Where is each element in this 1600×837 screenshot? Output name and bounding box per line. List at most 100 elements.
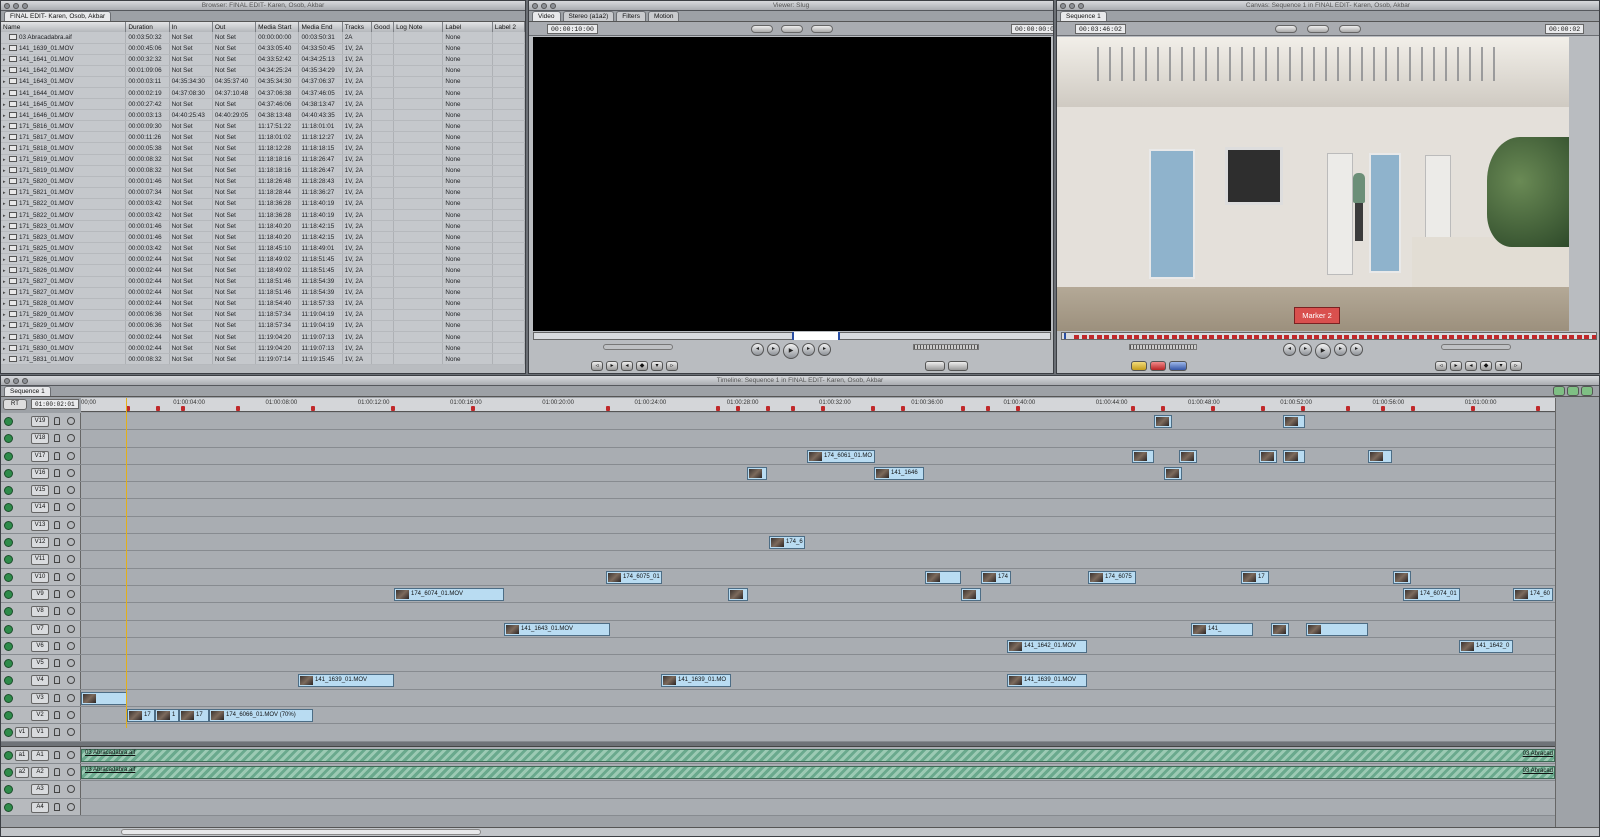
browser-row[interactable]: ▸ 171_5829_01.MOV 00:00:06:36 Not Set Not Se… xyxy=(1,320,525,333)
marker[interactable] xyxy=(1096,335,1102,339)
timeline-horizontal-scrollbar[interactable] xyxy=(1,827,1599,836)
track-visibility-icon[interactable] xyxy=(4,641,13,651)
marker[interactable] xyxy=(1239,335,1244,339)
shuttle-control[interactable] xyxy=(603,344,673,350)
browser-row[interactable]: ▸ 171_5830_01.MOV 00:00:02:44 Not Set Not Se… xyxy=(1,342,525,355)
playhead-sync-button[interactable] xyxy=(1339,25,1361,33)
timeline-marker[interactable] xyxy=(1411,406,1415,411)
marker[interactable] xyxy=(1216,335,1222,339)
track-name[interactable]: A1 xyxy=(31,749,49,761)
track-visibility-icon[interactable] xyxy=(4,486,13,496)
timeline-marker[interactable] xyxy=(1261,406,1265,411)
video-clip[interactable] xyxy=(747,466,767,480)
marker[interactable] xyxy=(1284,335,1289,339)
auto-select-icon[interactable] xyxy=(67,572,75,581)
marker[interactable] xyxy=(1194,335,1199,339)
insert-button[interactable] xyxy=(1131,361,1147,371)
timeline-marker[interactable] xyxy=(471,406,475,411)
marker[interactable] xyxy=(1486,335,1492,339)
auto-select-icon[interactable] xyxy=(67,711,75,720)
next-edit-button[interactable]: ▸ xyxy=(818,343,831,356)
marker[interactable] xyxy=(1246,335,1252,339)
marker[interactable] xyxy=(1411,335,1417,339)
track-visibility-icon[interactable] xyxy=(4,728,13,738)
track-height-button[interactable] xyxy=(1553,386,1565,396)
browser-row[interactable]: ▸ 171_5829_01.MOV 00:00:06:36 Not Set Not Se… xyxy=(1,309,525,321)
auto-select-icon[interactable] xyxy=(67,767,75,776)
auto-select-icon[interactable] xyxy=(67,676,75,685)
browser-row[interactable]: ▸ 141_1646_01.MOV 00:00:03:13 04:40:25:43 04… xyxy=(1,109,525,122)
mark-clip-button[interactable]: ▹ xyxy=(666,361,678,371)
marker[interactable] xyxy=(1516,335,1522,339)
lock-icon[interactable] xyxy=(54,589,60,598)
video-clip[interactable] xyxy=(1179,449,1197,463)
browser-row[interactable]: ▸ 171_5830_01.MOV 00:00:02:44 Not Set Not Se… xyxy=(1,331,525,344)
video-clip[interactable]: 174_6075_01 xyxy=(606,570,662,584)
browser-row[interactable]: ▸ 171_5826_01.MOV 00:00:02:44 Not Set Not Se… xyxy=(1,253,525,266)
lock-icon[interactable] xyxy=(54,520,60,529)
marker[interactable] xyxy=(1201,335,1207,339)
track-name[interactable]: A2 xyxy=(31,766,49,778)
prev-edit-button[interactable]: ◂ xyxy=(1283,343,1296,356)
column-header[interactable]: Label 2 xyxy=(492,22,525,32)
marker[interactable] xyxy=(1359,335,1364,339)
track-visibility-icon[interactable] xyxy=(4,659,13,669)
lock-icon[interactable] xyxy=(54,572,60,581)
marker[interactable] xyxy=(1171,335,1177,339)
source-patch[interactable]: a2 xyxy=(15,766,29,778)
auto-select-icon[interactable] xyxy=(67,728,75,737)
source-patch[interactable]: a1 xyxy=(15,749,29,761)
marker[interactable] xyxy=(1299,335,1304,339)
video-clip[interactable] xyxy=(1393,570,1411,584)
auto-select-icon[interactable] xyxy=(67,589,75,598)
viewer-duration-timecode[interactable]: 00:00:10:00 xyxy=(547,24,598,34)
video-clip[interactable]: 174_60 xyxy=(1513,587,1553,601)
marker[interactable] xyxy=(1441,335,1447,339)
marker[interactable] xyxy=(1156,335,1162,339)
auto-select-icon[interactable] xyxy=(67,468,75,477)
browser-row[interactable]: ▸ 171_5818_01.MOV 00:00:05:38 Not Set Not Se… xyxy=(1,142,525,155)
video-clip[interactable] xyxy=(81,691,127,705)
lock-icon[interactable] xyxy=(54,676,60,685)
video-clip[interactable]: 17 xyxy=(1241,570,1269,584)
track-visibility-icon[interactable] xyxy=(4,767,13,777)
rt-menu-button[interactable]: RT xyxy=(3,399,27,410)
browser-row[interactable]: ▸ 141_1645_01.MOV 00:00:27:42 Not Set Not Se… xyxy=(1,98,525,111)
add-marker-button[interactable]: ▾ xyxy=(1495,361,1507,371)
auto-select-icon[interactable] xyxy=(67,555,75,564)
browser-row[interactable]: ▸ 171_5831_01.MOV 00:00:08:32 Not Set Not Se… xyxy=(1,353,525,366)
marker[interactable] xyxy=(1179,335,1184,339)
lock-icon[interactable] xyxy=(54,750,60,759)
lock-icon[interactable] xyxy=(54,641,60,650)
marker[interactable] xyxy=(1464,335,1469,339)
marker[interactable] xyxy=(1089,335,1094,339)
browser-row[interactable]: ▸ 171_5819_01.MOV 00:00:08:32 Not Set Not Se… xyxy=(1,154,525,166)
video-clip[interactable]: 141_1642_01.MOV xyxy=(1007,639,1087,653)
track-visibility-icon[interactable] xyxy=(4,520,13,530)
column-header[interactable]: Media Start xyxy=(255,22,300,32)
video-clip[interactable]: 141_1643_01.MOV xyxy=(504,622,610,636)
video-clip[interactable]: 141_1639_01.MOV xyxy=(1007,674,1087,688)
video-clip[interactable] xyxy=(1283,449,1305,463)
marker[interactable] xyxy=(1321,335,1327,339)
marker[interactable] xyxy=(1074,335,1079,339)
lock-icon[interactable] xyxy=(54,486,60,495)
timeline-marker[interactable] xyxy=(1536,406,1540,411)
lock-icon[interactable] xyxy=(54,503,60,512)
timeline-marker[interactable] xyxy=(1131,406,1135,411)
marker[interactable] xyxy=(1261,335,1267,339)
play-around-button[interactable]: ▸ xyxy=(1334,343,1347,356)
track-name[interactable]: V17 xyxy=(31,450,49,462)
zoom-popup-button[interactable] xyxy=(1275,25,1297,33)
browser-row[interactable]: ▸ 141_1643_01.MOV 00:00:03:11 04:35:34:30 04… xyxy=(1,76,525,88)
track-name[interactable]: V16 xyxy=(31,467,49,479)
video-clip[interactable]: 174_6061_01.MO xyxy=(807,449,875,463)
timeline-marker[interactable] xyxy=(791,406,795,411)
next-edit-button[interactable]: ▸ xyxy=(1350,343,1363,356)
video-clip[interactable]: 174_6 xyxy=(769,536,805,550)
canvas-video-frame[interactable] xyxy=(1057,37,1569,331)
match-frame-button[interactable]: ◃ xyxy=(1435,361,1447,371)
canvas-current-timecode[interactable]: 00:00:02 xyxy=(1545,24,1585,34)
playhead-sync-button[interactable] xyxy=(811,25,833,33)
lock-icon[interactable] xyxy=(54,711,60,720)
